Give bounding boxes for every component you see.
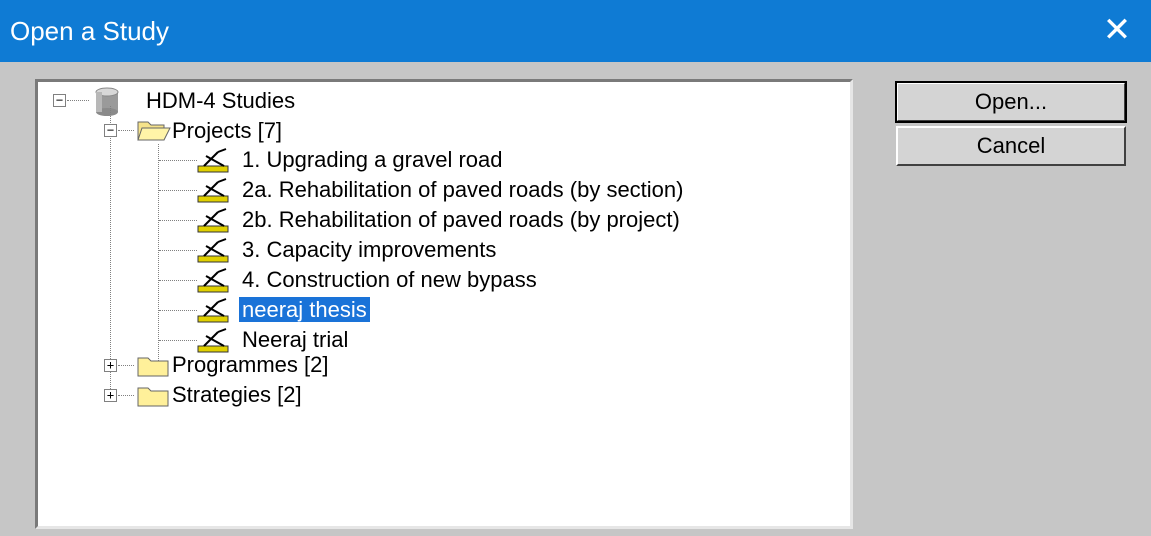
- database-icon: [95, 87, 119, 116]
- project-item-neeraj-thesis[interactable]: neeraj thesis: [239, 296, 370, 324]
- project-item-4[interactable]: 4. Construction of new bypass: [242, 266, 537, 294]
- close-icon[interactable]: ✕: [1097, 10, 1137, 50]
- tree-item-projects[interactable]: Projects [7]: [172, 117, 282, 145]
- project-icon: [197, 178, 229, 203]
- expand-programmes-toggle[interactable]: +: [104, 359, 117, 372]
- tree-root-label[interactable]: HDM-4 Studies: [146, 87, 295, 115]
- open-study-dialog: Open a Study ✕ − HDM-4 Studies − Project…: [0, 0, 1151, 536]
- open-button[interactable]: Open...: [895, 81, 1127, 123]
- study-tree[interactable]: − HDM-4 Studies − Projects [7] 1. Upgrad…: [35, 79, 853, 529]
- collapse-root-toggle[interactable]: −: [53, 94, 66, 107]
- project-item-neeraj-trial[interactable]: Neeraj trial: [242, 326, 348, 354]
- title-bar: Open a Study ✕: [0, 0, 1151, 62]
- project-icon: [197, 238, 229, 263]
- project-icon: [197, 148, 229, 173]
- dialog-title: Open a Study: [10, 16, 169, 46]
- folder-open-icon: [137, 121, 171, 141]
- project-icon: [197, 298, 229, 323]
- folder-icon: [137, 357, 169, 377]
- project-icon: [197, 268, 229, 293]
- cancel-button[interactable]: Cancel: [896, 126, 1126, 166]
- project-item-2a[interactable]: 2a. Rehabilitation of paved roads (by se…: [242, 176, 683, 204]
- folder-icon: [137, 387, 169, 407]
- project-item-1[interactable]: 1. Upgrading a gravel road: [242, 146, 503, 174]
- expand-strategies-toggle[interactable]: +: [104, 389, 117, 402]
- project-icon: [197, 208, 229, 233]
- collapse-projects-toggle[interactable]: −: [104, 124, 117, 137]
- project-icon: [197, 328, 229, 353]
- tree-item-strategies[interactable]: Strategies [2]: [172, 381, 302, 409]
- tree-item-programmes[interactable]: Programmes [2]: [172, 351, 329, 379]
- project-item-2b[interactable]: 2b. Rehabilitation of paved roads (by pr…: [242, 206, 680, 234]
- project-item-3[interactable]: 3. Capacity improvements: [242, 236, 496, 264]
- selected-label[interactable]: neeraj thesis: [239, 297, 370, 322]
